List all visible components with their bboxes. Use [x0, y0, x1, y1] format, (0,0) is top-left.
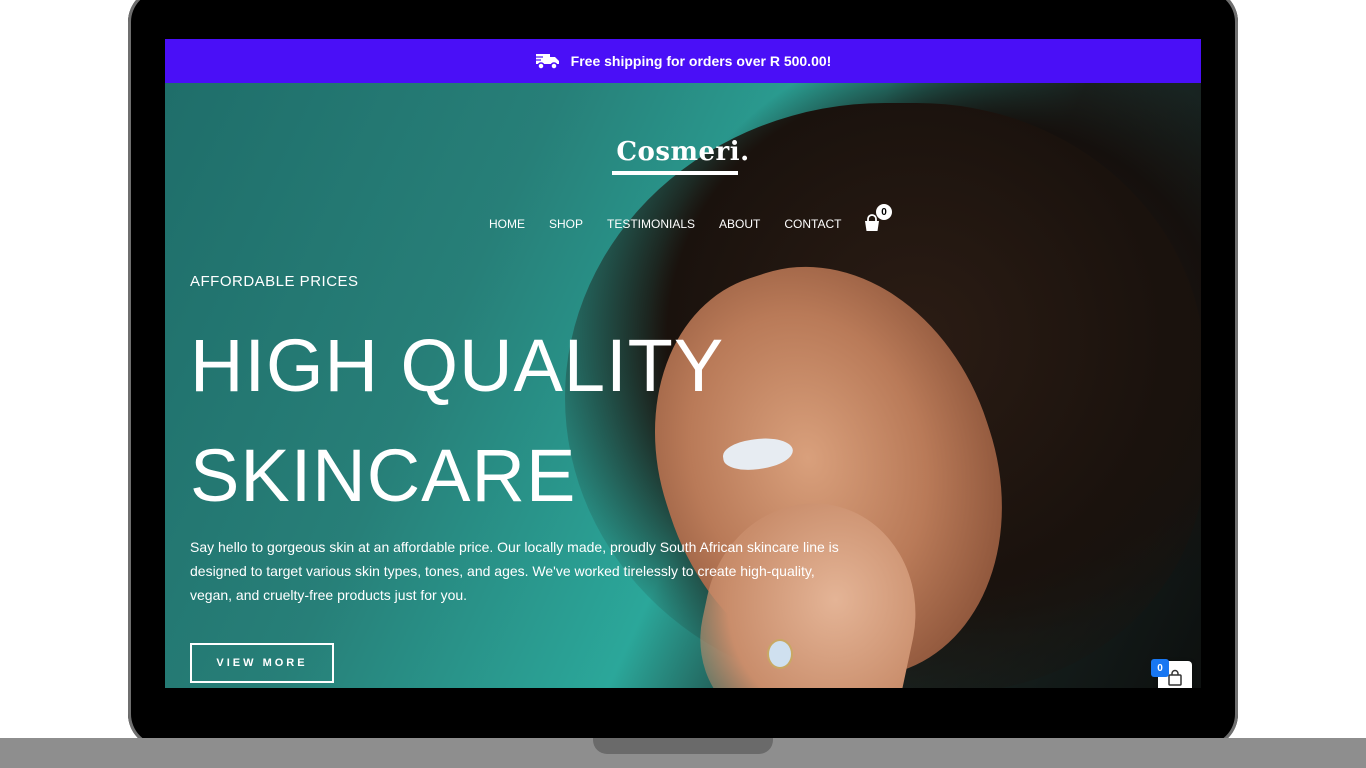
cart-count-badge: 0 — [876, 204, 892, 220]
hero-image-ring — [767, 639, 793, 669]
nav-item-home[interactable]: HOME — [489, 217, 525, 231]
brand-logo[interactable]: Cosmeri. — [165, 137, 1201, 167]
hero-headline-line1: HIGH QUALITY — [190, 324, 725, 407]
website-screen: Free shipping for orders over R 500.00! … — [165, 39, 1201, 688]
nav-item-testimonials[interactable]: TESTIMONIALS — [607, 217, 695, 231]
nav-item-shop[interactable]: SHOP — [549, 217, 583, 231]
hero-description: Say hello to gorgeous skin at an afforda… — [190, 539, 839, 603]
floating-cart-count: 0 — [1151, 659, 1169, 677]
hero-headline: HIGH QUALITY SKINCARE — [190, 311, 724, 531]
promo-text: Free shipping for orders over R 500.00! — [570, 53, 832, 69]
main-nav: HOME SHOP TESTIMONIALS ABOUT CONTACT — [489, 217, 841, 231]
truck-icon — [534, 54, 559, 70]
nav-item-contact[interactable]: CONTACT — [784, 217, 841, 231]
laptop-notch — [593, 738, 773, 754]
hero-eyebrow: AFFORDABLE PRICES — [190, 273, 359, 290]
view-more-button[interactable]: VIEW MORE — [190, 643, 334, 683]
nav-item-about[interactable]: ABOUT — [719, 217, 760, 231]
hero-headline-line2: SKINCARE — [190, 434, 577, 517]
hero-section: Cosmeri. HOME SHOP TESTIMONIALS ABOUT CO… — [165, 83, 1201, 688]
logo-underline — [612, 171, 738, 175]
promo-bar: Free shipping for orders over R 500.00! — [165, 39, 1201, 83]
